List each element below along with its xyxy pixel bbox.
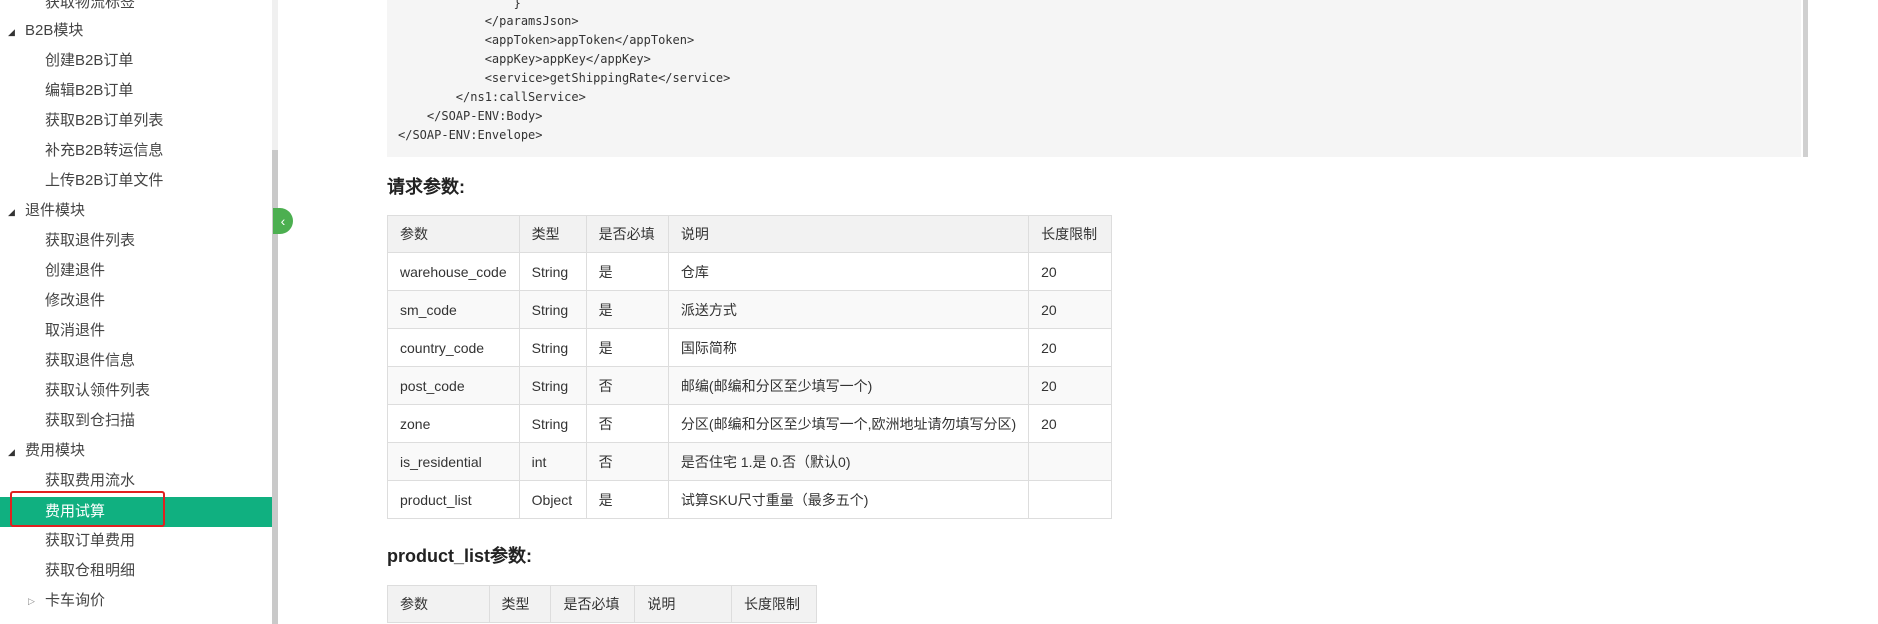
sidebar-item-order-fees[interactable]: 获取订单费用: [45, 531, 135, 551]
triangle-right-icon: ▷: [28, 596, 35, 606]
code-line: </ns1:callService>: [398, 90, 586, 104]
triangle-down-icon: ◢: [8, 27, 15, 37]
param-name-cell: is_residential: [387, 442, 520, 481]
sidebar-item-get-b2b-order-list[interactable]: 获取B2B订单列表: [45, 111, 163, 131]
param-length-cell: 20: [1028, 404, 1112, 443]
param-type-cell: String: [518, 252, 587, 291]
code-line: <appKey>appKey</appKey>: [398, 52, 651, 66]
column-header: 是否必填: [585, 215, 669, 253]
code-line: <service>getShippingRate</service>: [398, 71, 731, 85]
param-length-cell: 20: [1028, 366, 1112, 405]
param-length-cell: 20: [1028, 328, 1112, 367]
table-row: zone String 否 分区(邮编和分区至少填写一个,欧洲地址请勿填写分区)…: [387, 404, 1112, 443]
param-required-cell: 是: [585, 480, 669, 519]
param-desc-cell: 是否住宅 1.是 0.否（默认0): [667, 442, 1030, 481]
param-required-cell: 否: [585, 366, 669, 405]
param-length-cell: [1028, 442, 1112, 481]
param-name-cell: sm_code: [387, 290, 520, 329]
product-list-params-table: 参数 类型 是否必填 说明 长度限制: [387, 585, 817, 623]
sidebar-item-create-b2b-order[interactable]: 创建B2B订单: [45, 51, 133, 71]
param-required-cell: 是: [585, 290, 669, 329]
column-header: 是否必填: [550, 585, 636, 623]
sidebar-group-label: 退件模块: [25, 202, 86, 219]
param-length-cell: 20: [1028, 252, 1112, 291]
sidebar-nav: 获取物流标签 ◢ B2B模块 创建B2B订单 编辑B2B订单 获取B2B订单列表…: [0, 0, 272, 624]
param-type-cell: String: [518, 328, 587, 367]
sidebar-group-label: B2B模块: [25, 22, 84, 39]
column-header: 长度限制: [731, 585, 817, 623]
code-line: </SOAP-ENV:Body>: [398, 109, 543, 123]
column-header: 参数: [387, 585, 490, 623]
param-name-cell: country_code: [387, 328, 520, 367]
param-desc-cell: 试算SKU尺寸重量（最多五个): [667, 480, 1030, 519]
sidebar-item-storage-fees[interactable]: 获取仓租明细: [45, 561, 135, 581]
param-desc-cell: 国际简称: [667, 328, 1030, 367]
param-name-cell: zone: [387, 404, 520, 443]
sidebar-item-create-return[interactable]: 创建退件: [45, 261, 105, 281]
param-type-cell: String: [518, 404, 587, 443]
sidebar-item-claim-list[interactable]: 获取认领件列表: [45, 381, 150, 401]
sidebar-item-label: 卡车询价: [45, 592, 106, 609]
param-required-cell: 否: [585, 442, 669, 481]
sidebar-group-fees[interactable]: ◢ 费用模块: [8, 441, 86, 461]
param-name-cell: warehouse_code: [387, 252, 520, 291]
triangle-down-icon: ◢: [8, 207, 15, 217]
table-row: warehouse_code String 是 仓库 20: [387, 252, 1112, 291]
sidebar-item-return-list[interactable]: 获取退件列表: [45, 231, 135, 251]
request-params-heading: 请求参数:: [387, 177, 465, 197]
table-row: product_list Object 是 试算SKU尺寸重量（最多五个): [387, 480, 1112, 519]
sidebar-item-upload-b2b-file[interactable]: 上传B2B订单文件: [45, 171, 163, 191]
column-header: 长度限制: [1028, 215, 1112, 253]
table-header-row: 参数 类型 是否必填 说明 长度限制: [387, 215, 1112, 253]
param-type-cell: Object: [518, 480, 587, 519]
code-scrollbar[interactable]: [1803, 0, 1808, 157]
table-row: country_code String 是 国际简称 20: [387, 328, 1112, 367]
param-type-cell: String: [518, 290, 587, 329]
code-line: <appToken>appToken</appToken>: [398, 33, 695, 47]
param-name-cell: post_code: [387, 366, 520, 405]
sidebar-item-return-info[interactable]: 获取退件信息: [45, 351, 135, 371]
param-required-cell: 是: [585, 252, 669, 291]
param-desc-cell: 仓库: [667, 252, 1030, 291]
code-line: </SOAP-ENV:Envelope>: [398, 128, 543, 142]
column-header: 说明: [634, 585, 733, 623]
column-header: 类型: [518, 215, 587, 253]
code-line: }: [398, 0, 521, 10]
sidebar-item-modify-return[interactable]: 修改退件: [45, 291, 105, 311]
param-type-cell: int: [518, 442, 587, 481]
param-desc-cell: 邮编(邮编和分区至少填写一个): [667, 366, 1030, 405]
code-line: </paramsJson>: [398, 14, 579, 28]
sidebar-item-truck-quote[interactable]: ▷ 卡车询价: [28, 591, 106, 611]
table-row: post_code String 否 邮编(邮编和分区至少填写一个) 20: [387, 366, 1112, 405]
column-header: 类型: [488, 585, 552, 623]
param-required-cell: 是: [585, 328, 669, 367]
param-type-cell: String: [518, 366, 587, 405]
request-params-table: 参数 类型 是否必填 说明 长度限制 warehouse_code String…: [387, 215, 1112, 519]
param-length-cell: 20: [1028, 290, 1112, 329]
param-desc-cell: 分区(邮编和分区至少填写一个,欧洲地址请勿填写分区): [667, 404, 1030, 443]
param-required-cell: 否: [585, 404, 669, 443]
highlight-annotation-box: [10, 491, 165, 527]
product-list-params-heading: product_list参数:: [387, 546, 533, 566]
code-block: } </paramsJson> <appToken>appToken</appT…: [387, 0, 1801, 157]
param-length-cell: [1028, 480, 1112, 519]
sidebar-group-returns[interactable]: ◢ 退件模块: [8, 201, 86, 221]
sidebar-item-get-logistics-label[interactable]: 获取物流标签: [45, 0, 135, 13]
param-desc-cell: 派送方式: [667, 290, 1030, 329]
table-row: sm_code String 是 派送方式 20: [387, 290, 1112, 329]
sidebar-group-label: 费用模块: [25, 442, 86, 459]
table-header-row: 参数 类型 是否必填 说明 长度限制: [387, 585, 817, 623]
sidebar-item-b2b-transit-info[interactable]: 补充B2B转运信息: [45, 141, 163, 161]
column-header: 参数: [387, 215, 520, 253]
param-name-cell: product_list: [387, 480, 520, 519]
column-header: 说明: [667, 215, 1030, 253]
sidebar-group-b2b[interactable]: ◢ B2B模块: [8, 21, 84, 41]
triangle-down-icon: ◢: [8, 447, 15, 457]
sidebar-item-cancel-return[interactable]: 取消退件: [45, 321, 105, 341]
sidebar-item-fee-flow[interactable]: 获取费用流水: [45, 471, 135, 491]
table-row: is_residential int 否 是否住宅 1.是 0.否（默认0): [387, 442, 1112, 481]
sidebar-item-warehouse-scan[interactable]: 获取到仓扫描: [45, 411, 135, 431]
sidebar-item-edit-b2b-order[interactable]: 编辑B2B订单: [45, 81, 133, 101]
